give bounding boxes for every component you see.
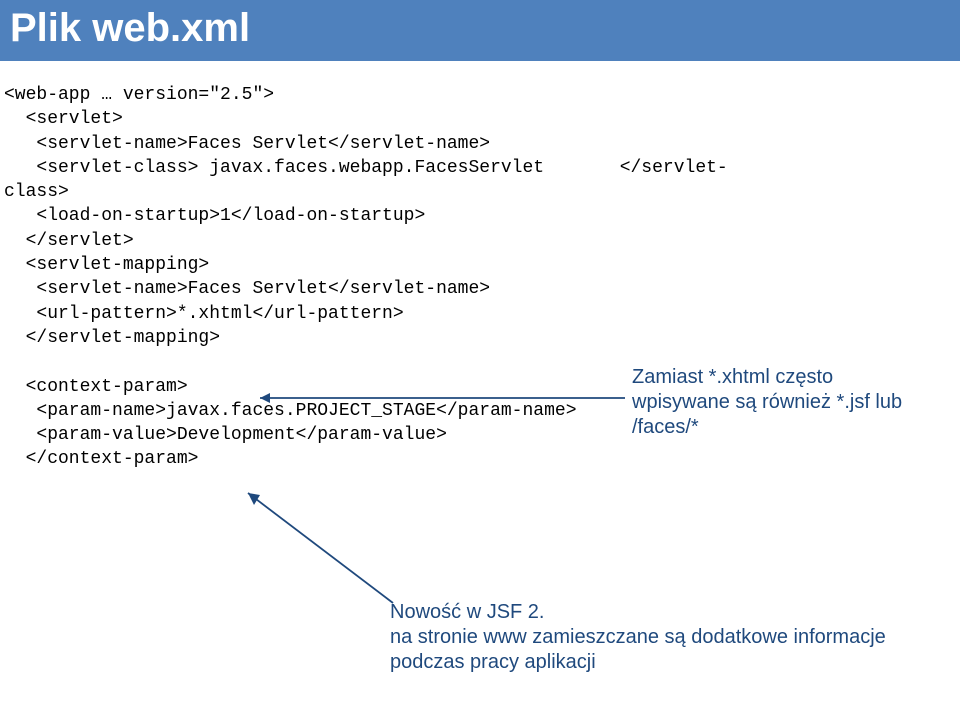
code-line: <servlet-mapping> — [4, 255, 209, 275]
annotation-line: na stronie www zamieszczane są dodatkowe… — [390, 625, 930, 675]
code-line: <context-param> — [4, 377, 188, 397]
page-title: Plik web.xml — [0, 0, 960, 61]
code-line: </context-param> — [4, 449, 198, 469]
code-line: </servlet> — [4, 231, 134, 251]
code-line: <servlet-name>Faces Servlet</servlet-nam… — [4, 279, 490, 299]
annotation-line: Nowość w JSF 2. — [390, 600, 930, 625]
code-line: </servlet-mapping> — [4, 328, 220, 348]
arrow-icon — [250, 388, 630, 408]
code-line: <web-app … version="2.5"> — [4, 85, 274, 105]
code-line: <url-pattern>*.xhtml</url-pattern> — [4, 304, 404, 324]
code-line: <servlet-name>Faces Servlet</servlet-nam… — [4, 134, 490, 154]
code-line: <param-value>Development</param-value> — [4, 425, 447, 445]
code-line: <load-on-startup>1</load-on-startup> — [4, 206, 425, 226]
annotation-url-pattern: Zamiast *.xhtml często wpisywane są równ… — [632, 365, 932, 440]
annotation-context-param: Nowość w JSF 2. na stronie www zamieszcz… — [390, 600, 930, 675]
code-line: <servlet> — [4, 109, 123, 129]
arrow-icon — [238, 483, 438, 613]
code-line: class> — [4, 182, 69, 202]
code-line: <servlet-class> javax.faces.webapp.Faces… — [4, 158, 728, 178]
